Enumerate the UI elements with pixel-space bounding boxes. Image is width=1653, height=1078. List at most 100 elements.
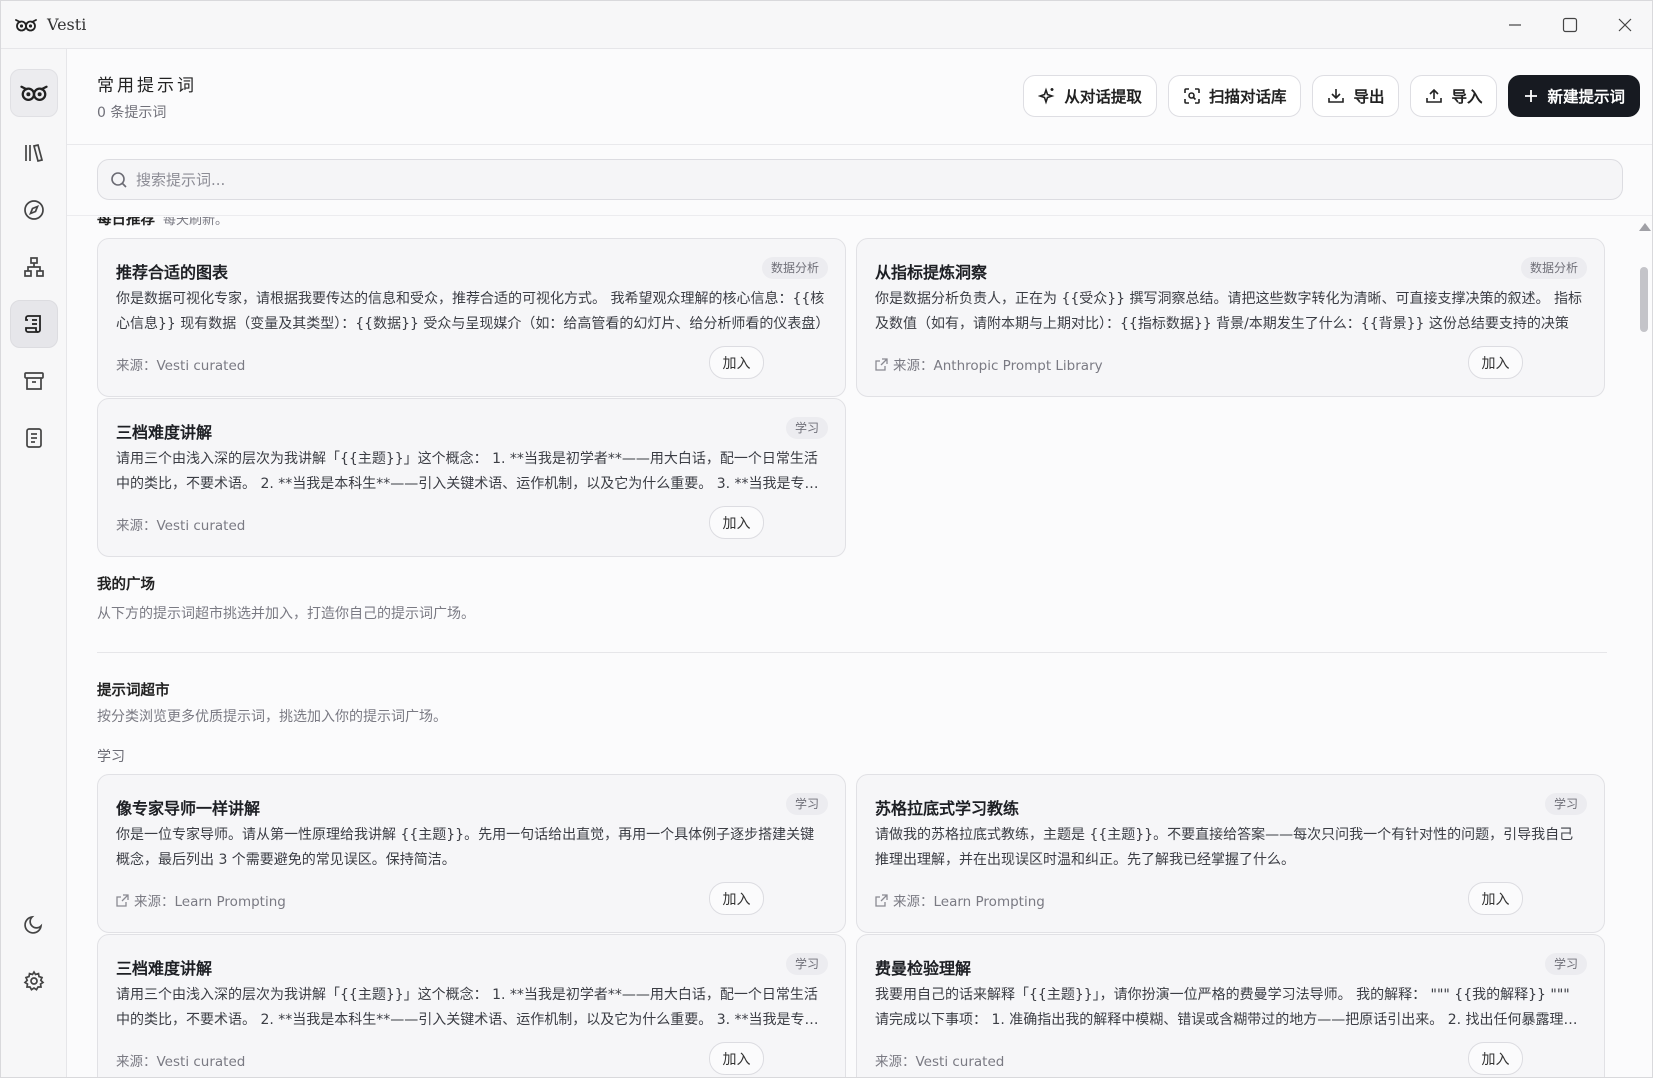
- upload-icon: [1426, 88, 1443, 103]
- export-button[interactable]: 导出: [1312, 75, 1400, 117]
- source-label: 来源：Vesti curated: [116, 518, 246, 534]
- close-button[interactable]: [1597, 1, 1652, 49]
- scroll-text-icon: [25, 315, 41, 333]
- sidebar-item-library[interactable]: [10, 129, 58, 177]
- source-label: 来源：Vesti curated: [116, 358, 246, 374]
- external-link-icon[interactable]: [875, 357, 888, 371]
- source-label: 来源：Vesti curated: [116, 1054, 246, 1070]
- section-divider: [97, 652, 1607, 653]
- source-label: 来源：Learn Prompting: [134, 894, 286, 910]
- minimize-button[interactable]: [1487, 1, 1542, 49]
- card-title: 推荐合适的图表: [116, 263, 229, 282]
- category-badge: 学习: [785, 793, 828, 815]
- card-title: 费曼检验理解: [875, 959, 972, 978]
- card-source: 来源：Learn Prompting: [116, 890, 286, 910]
- scan-label: 扫描对话库: [1208, 88, 1287, 106]
- category-badge: 数据分析: [1520, 257, 1587, 279]
- prompt-card[interactable]: 三档难度讲解 学习 请用三个由浅入深的层次为我讲解「{{主题}}」这个概念： 1…: [97, 934, 846, 1077]
- extract-from-chat-button[interactable]: 从对话提取: [1023, 75, 1157, 117]
- scan-icon: [1184, 88, 1200, 104]
- sidebar-item-explore[interactable]: [10, 186, 58, 234]
- compass-icon: [24, 200, 44, 220]
- window-controls: [1487, 1, 1652, 49]
- card-body: 请用三个由浅入深的层次为我讲解「{{主题}}」这个概念： 1. **当我是初学者…: [116, 987, 819, 1028]
- card-body: 你是数据可视化专家，请根据我要传达的信息和受众，推荐合适的可视化方式。 我希望观…: [116, 291, 828, 332]
- external-link-icon[interactable]: [875, 893, 888, 907]
- card-title: 从指标提炼洞察: [875, 263, 988, 282]
- sparkles-icon: [1038, 87, 1055, 105]
- maximize-button[interactable]: [1542, 1, 1597, 49]
- prompt-card[interactable]: 从指标提炼洞察 数据分析 你是数据分析负责人，正在为 {{受众}} 撰写洞察总结…: [856, 238, 1605, 397]
- scrollbar[interactable]: [1636, 217, 1652, 1077]
- page-header: 常用提示词 0 条提示词 从对话提取 扫描对话库 导出 导入 新建提示词: [67, 49, 1652, 145]
- add-button[interactable]: 加入: [709, 506, 764, 539]
- prompt-card[interactable]: 费曼检验理解 学习 我要用自己的话来解释「{{主题}}」，请你扮演一位严格的费曼…: [856, 934, 1605, 1077]
- card-body: 请用三个由浅入深的层次为我讲解「{{主题}}」这个概念： 1. **当我是初学者…: [116, 451, 819, 492]
- maximize-icon: [1562, 17, 1577, 33]
- card-title: 苏格拉底式学习教练: [875, 799, 1020, 818]
- close-icon: [1618, 18, 1631, 32]
- title-bar: Vesti: [1, 1, 1652, 49]
- prompt-count: 0 条提示词: [97, 105, 167, 121]
- card-source: 来源：Vesti curated: [116, 514, 245, 534]
- card-source: 来源：Vesti curated: [116, 1050, 245, 1070]
- add-button[interactable]: 加入: [1468, 882, 1523, 915]
- external-link-icon[interactable]: [116, 893, 129, 907]
- scroll-thumb[interactable]: [1640, 267, 1648, 332]
- prompt-card[interactable]: 像专家导师一样讲解 学习 你是一位专家导师。请从第一性原理给我讲解 {{主题}}…: [97, 774, 846, 933]
- search-row: [67, 146, 1652, 216]
- prompt-card[interactable]: 推荐合适的图表 数据分析 你是数据可视化专家，请根据我要传达的信息和受众，推荐合…: [97, 238, 846, 397]
- toolbar: 从对话提取 扫描对话库 导出 导入 新建提示词: [1023, 75, 1640, 117]
- source-label: 来源：Anthropic Prompt Library: [893, 358, 1103, 374]
- sidebar-item-prompts[interactable]: [10, 300, 58, 348]
- search-input[interactable]: [136, 170, 1586, 189]
- theme-toggle-button[interactable]: [10, 900, 58, 948]
- scroll-up-arrow-icon[interactable]: [1639, 223, 1651, 231]
- extract-label: 从对话提取: [1064, 88, 1142, 106]
- prompt-card[interactable]: 三档难度讲解 学习 请用三个由浅入深的层次为我讲解「{{主题}}」这个概念： 1…: [97, 398, 846, 557]
- content-area: 每日推荐 每天刷新。 推荐合适的图表 数据分析 你是数据可视化专家，请根据我要传达…: [67, 217, 1638, 1077]
- sidebar-home-button[interactable]: [10, 69, 58, 117]
- add-button[interactable]: 加入: [709, 346, 764, 379]
- my-square-title: 我的广场: [97, 577, 155, 593]
- add-button[interactable]: 加入: [1468, 346, 1523, 379]
- category-badge: 学习: [785, 953, 828, 975]
- card-title: 三档难度讲解: [116, 959, 213, 978]
- import-label: 导入: [1451, 88, 1483, 106]
- prompt-card[interactable]: 苏格拉底式学习教练 学习 请做我的苏格拉底式教练，主题是 {{主题}}。不要直接…: [856, 774, 1605, 933]
- import-button[interactable]: 导入: [1410, 75, 1498, 117]
- app-title: Vesti: [47, 15, 87, 34]
- daily-subtitle: 每天刷新。: [163, 217, 229, 228]
- daily-title: 每日推荐: [97, 217, 155, 228]
- market-desc: 按分类浏览更多优质提示词，挑选加入你的提示词广场。: [97, 709, 447, 725]
- gear-icon: [23, 970, 45, 991]
- new-prompt-label: 新建提示词: [1547, 88, 1625, 106]
- plus-icon: [1525, 90, 1538, 102]
- daily-section-title: 每日推荐 每天刷新。: [97, 217, 228, 229]
- new-prompt-button[interactable]: 新建提示词: [1508, 75, 1640, 117]
- category-badge: 学习: [785, 417, 828, 439]
- add-button[interactable]: 加入: [709, 882, 764, 915]
- sidebar-item-archive[interactable]: [10, 357, 58, 405]
- card-source: 来源：Vesti curated: [875, 1050, 1004, 1070]
- add-button[interactable]: 加入: [709, 1042, 764, 1075]
- download-icon: [1328, 89, 1345, 103]
- card-title: 三档难度讲解: [116, 423, 213, 442]
- category-badge: 学习: [1544, 793, 1587, 815]
- scan-library-button[interactable]: 扫描对话库: [1167, 75, 1302, 117]
- card-source: 来源：Anthropic Prompt Library: [875, 354, 1103, 374]
- category-badge: 数据分析: [761, 257, 828, 279]
- export-label: 导出: [1353, 88, 1385, 106]
- search-box[interactable]: [97, 159, 1623, 200]
- category-badge: 学习: [1544, 953, 1587, 975]
- source-label: 来源：Vesti curated: [875, 1054, 1005, 1070]
- sidebar-item-network[interactable]: [10, 243, 58, 291]
- category-label: 学习: [97, 749, 125, 765]
- moon-icon: [24, 915, 43, 934]
- search-icon: [111, 171, 127, 188]
- sidebar-item-notes[interactable]: [10, 414, 58, 462]
- network-icon: [24, 257, 44, 277]
- add-button[interactable]: 加入: [1468, 1042, 1523, 1075]
- source-label: 来源：Learn Prompting: [893, 894, 1045, 910]
- settings-button[interactable]: [10, 957, 58, 1005]
